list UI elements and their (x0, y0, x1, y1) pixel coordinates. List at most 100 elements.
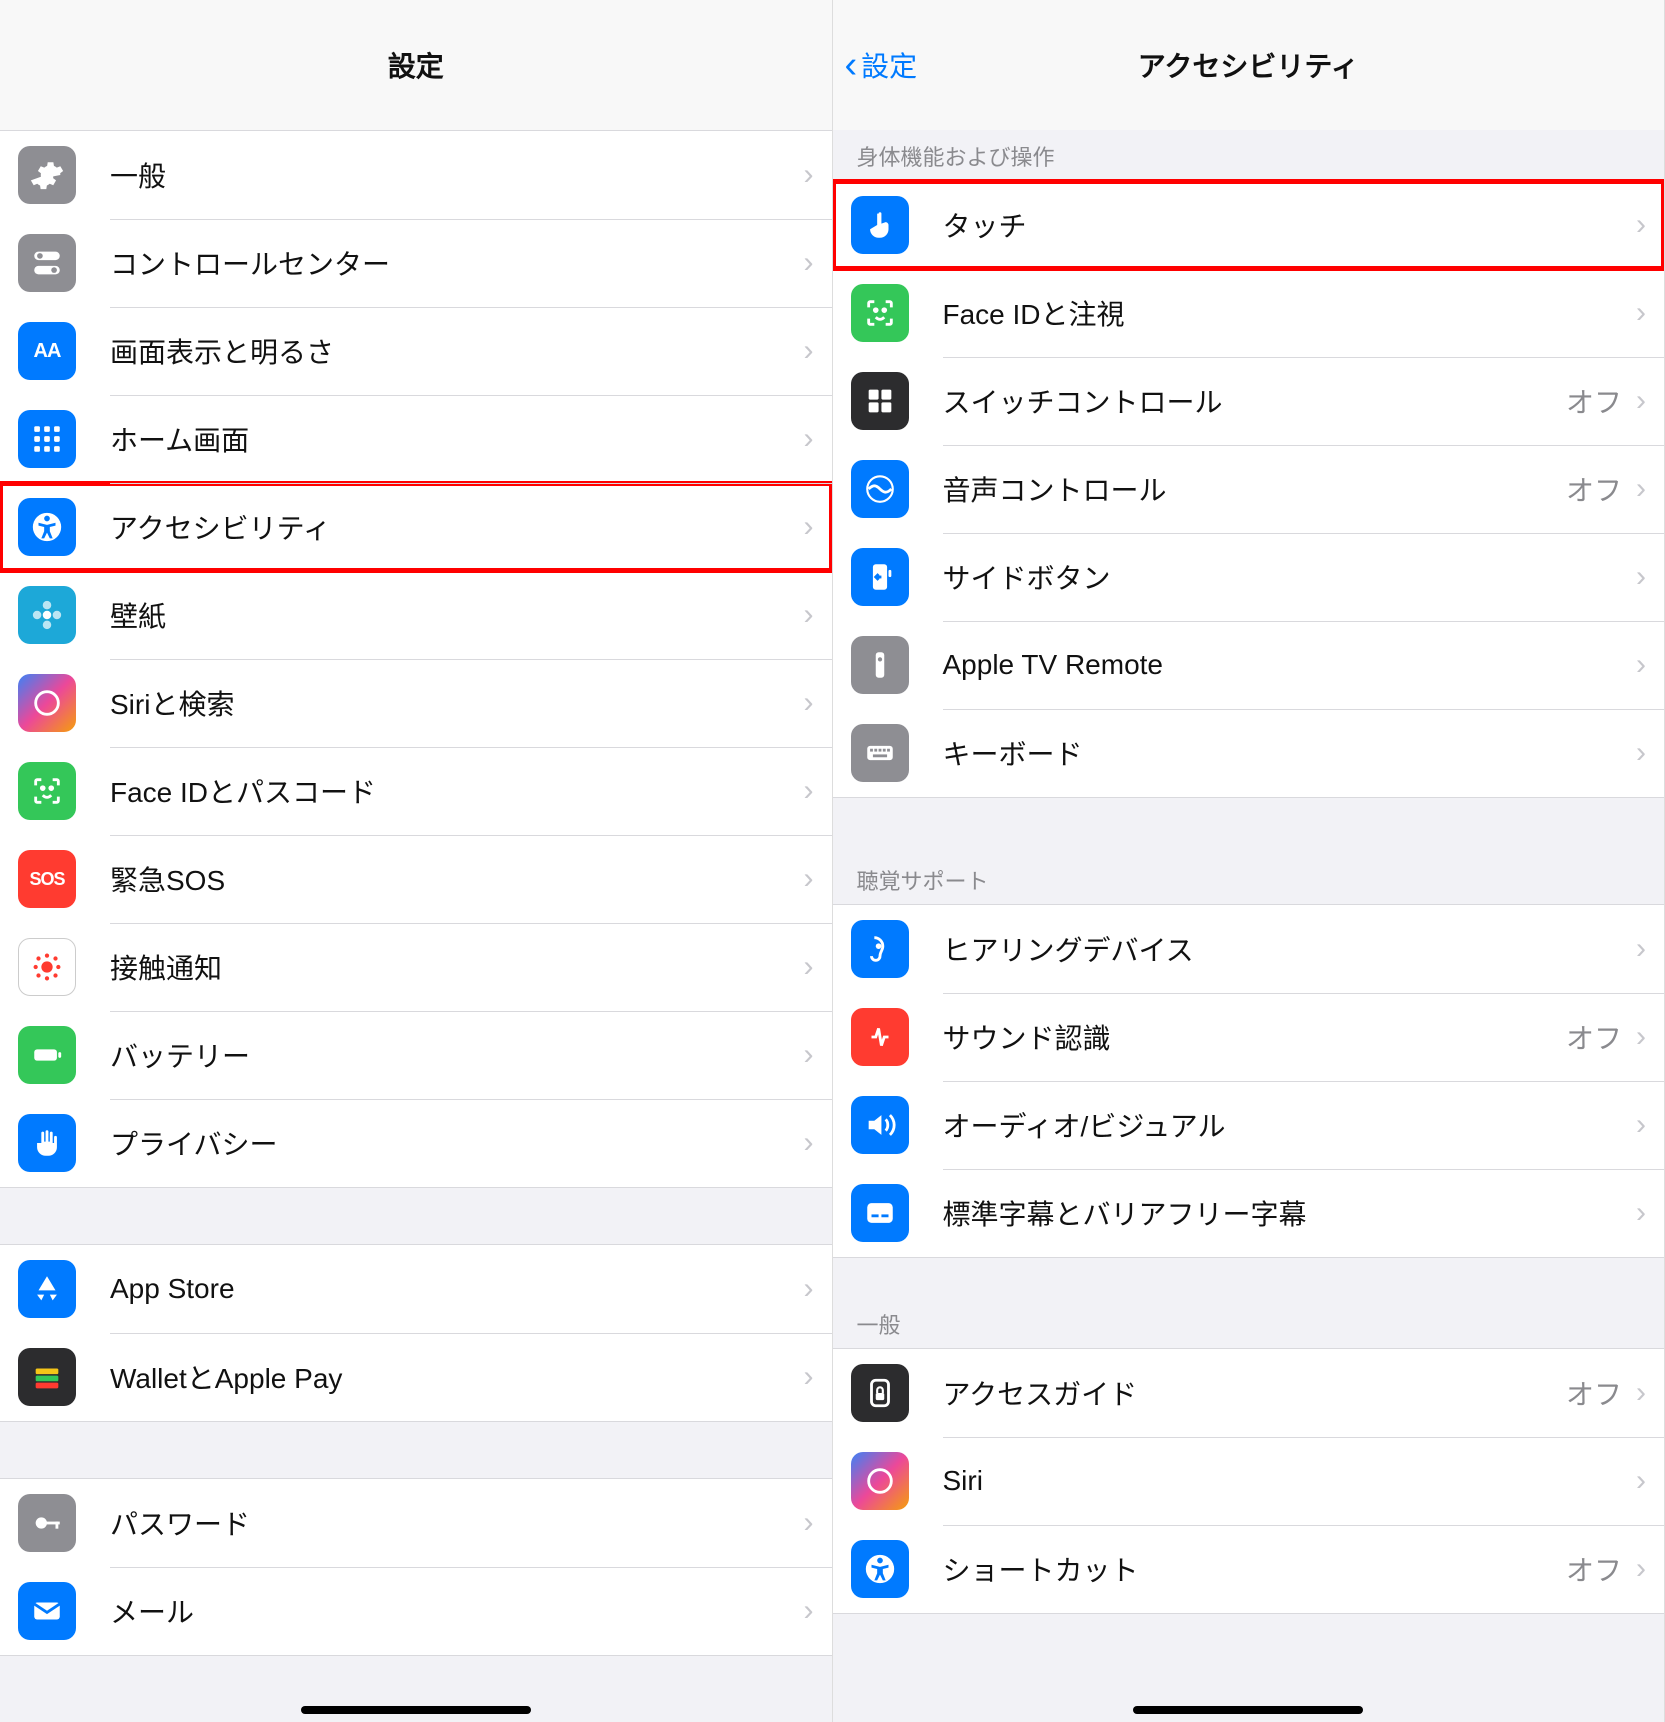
chevron-right-icon: › (804, 950, 814, 984)
home-indicator[interactable] (301, 1706, 531, 1714)
row-siri-access[interactable]: Siri › (833, 1437, 1665, 1525)
row-accessibility[interactable]: アクセシビリティ › (0, 483, 832, 571)
chevron-right-icon: › (1636, 1376, 1646, 1410)
chevron-right-icon: › (1636, 384, 1646, 418)
wallet-icon (18, 1348, 76, 1406)
row-label: Face IDと注視 (943, 293, 1637, 333)
row-battery[interactable]: バッテリー › (0, 1011, 832, 1099)
row-appstore[interactable]: App Store › (0, 1245, 832, 1333)
row-sound-recognition[interactable]: サウンド認識 オフ › (833, 993, 1665, 1081)
grid-icon (18, 410, 76, 468)
exposure-icon (18, 938, 76, 996)
row-value: オフ (1566, 469, 1622, 509)
general-list: アクセスガイド オフ › Siri › ショートカット オフ › (833, 1348, 1665, 1614)
chevron-right-icon: › (804, 246, 814, 280)
header: 設定 (0, 0, 832, 130)
accessibility-pane: ‹ 設定 アクセシビリティ 身体機能および操作 タッチ › Face IDと注視… (833, 0, 1665, 1722)
settings-list: 一般 › コントロールセンター › AA 画面表示と明るさ › ホーム画面 › (0, 130, 832, 1188)
hand-icon (18, 1114, 76, 1172)
row-exposure[interactable]: 接触通知 › (0, 923, 832, 1011)
row-audio-visual[interactable]: オーディオ/ビジュアル › (833, 1081, 1665, 1169)
row-wallpaper[interactable]: 壁紙 › (0, 571, 832, 659)
chevron-right-icon: › (1636, 932, 1646, 966)
row-display[interactable]: AA 画面表示と明るさ › (0, 307, 832, 395)
section-hearing: 聴覚サポート (833, 854, 1665, 904)
side-button-icon (851, 548, 909, 606)
physical-list: タッチ › Face IDと注視 › スイッチコントロール オフ › 音声コント… (833, 180, 1665, 798)
row-faceid[interactable]: Face IDとパスコード › (0, 747, 832, 835)
row-value: オフ (1566, 1017, 1622, 1057)
subtitles-icon (851, 1184, 909, 1242)
row-general[interactable]: 一般 › (0, 131, 832, 219)
row-guided-access[interactable]: アクセスガイド オフ › (833, 1349, 1665, 1437)
row-label: ホーム画面 (110, 419, 804, 459)
chevron-right-icon: › (1636, 208, 1646, 242)
row-label: Apple TV Remote (943, 649, 1637, 681)
back-button[interactable]: ‹ 設定 (845, 44, 918, 87)
row-value: オフ (1566, 1549, 1622, 1589)
row-switch-control[interactable]: スイッチコントロール オフ › (833, 357, 1665, 445)
row-control-center[interactable]: コントロールセンター › (0, 219, 832, 307)
row-shortcut[interactable]: ショートカット オフ › (833, 1525, 1665, 1613)
accounts-list: パスワード › メール › (0, 1478, 832, 1656)
page-title: 設定 (388, 45, 444, 85)
chevron-right-icon: › (1636, 1552, 1646, 1586)
touch-icon (851, 196, 909, 254)
chevron-right-icon: › (804, 862, 814, 896)
row-home-screen[interactable]: ホーム画面 › (0, 395, 832, 483)
home-indicator[interactable] (1133, 1706, 1363, 1714)
mail-icon (18, 1582, 76, 1640)
settings-pane: 設定 一般 › コントロールセンター › AA 画面表示と明るさ › (0, 0, 833, 1722)
row-privacy[interactable]: プライバシー › (0, 1099, 832, 1187)
row-value: オフ (1566, 1373, 1622, 1413)
gear-icon (18, 146, 76, 204)
keyboard-icon (851, 724, 909, 782)
row-sos[interactable]: SOS 緊急SOS › (0, 835, 832, 923)
row-label: 一般 (110, 155, 804, 195)
row-label: メール (110, 1591, 804, 1631)
row-label: パスワード (110, 1503, 804, 1543)
row-side-button[interactable]: サイドボタン › (833, 533, 1665, 621)
chevron-right-icon: › (1636, 1464, 1646, 1498)
text-size-icon: AA (18, 322, 76, 380)
row-siri[interactable]: Siriと検索 › (0, 659, 832, 747)
chevron-right-icon: › (804, 598, 814, 632)
flower-icon (18, 586, 76, 644)
row-value: オフ (1566, 381, 1622, 421)
chevron-right-icon: › (804, 686, 814, 720)
row-label: 接触通知 (110, 947, 804, 987)
row-label: ヒアリングデバイス (943, 929, 1637, 969)
sound-recognition-icon (851, 1008, 909, 1066)
row-hearing-devices[interactable]: ヒアリングデバイス › (833, 905, 1665, 993)
row-keyboard[interactable]: キーボード › (833, 709, 1665, 797)
remote-icon (851, 636, 909, 694)
row-wallet[interactable]: WalletとApple Pay › (0, 1333, 832, 1421)
store-list: App Store › WalletとApple Pay › (0, 1244, 832, 1422)
section-physical: 身体機能および操作 (833, 130, 1665, 180)
row-label: アクセシビリティ (110, 507, 804, 547)
row-passwords[interactable]: パスワード › (0, 1479, 832, 1567)
chevron-right-icon: › (1636, 1020, 1646, 1054)
siri-icon (851, 1452, 909, 1510)
row-voice-control[interactable]: 音声コントロール オフ › (833, 445, 1665, 533)
accessibility-icon (18, 498, 76, 556)
row-touch[interactable]: タッチ › (833, 181, 1665, 269)
row-label: App Store (110, 1273, 804, 1305)
row-mail[interactable]: メール › (0, 1567, 832, 1655)
chevron-right-icon: › (804, 1038, 814, 1072)
chevron-right-icon: › (804, 158, 814, 192)
speaker-icon (851, 1096, 909, 1154)
siri-icon (18, 674, 76, 732)
faceid-icon (851, 284, 909, 342)
row-appletv-remote[interactable]: Apple TV Remote › (833, 621, 1665, 709)
row-subtitles[interactable]: 標準字幕とバリアフリー字幕 › (833, 1169, 1665, 1257)
page-title: アクセシビリティ (1138, 45, 1359, 85)
back-label: 設定 (861, 45, 917, 85)
row-label: WalletとApple Pay (110, 1357, 804, 1397)
chevron-left-icon: ‹ (845, 44, 858, 87)
row-label: Siriと検索 (110, 683, 804, 723)
row-faceid-attention[interactable]: Face IDと注視 › (833, 269, 1665, 357)
section-general: 一般 (833, 1298, 1665, 1348)
switch-icon (851, 372, 909, 430)
row-label: アクセスガイド (943, 1373, 1566, 1413)
